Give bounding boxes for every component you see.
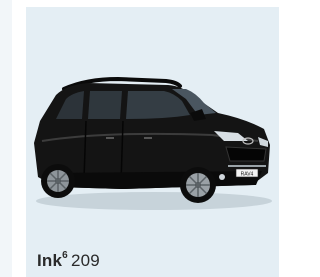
car-image: RAV4	[34, 76, 272, 210]
door-handle	[144, 137, 152, 139]
brand-name: Ink	[37, 251, 63, 270]
rear-door-window	[88, 91, 122, 119]
car-shadow	[36, 192, 272, 210]
plate-text: RAV4	[241, 172, 254, 178]
fog-light	[219, 174, 225, 180]
product-card[interactable]: RAV4 Ink6 209	[26, 7, 279, 277]
front-wheel	[180, 167, 216, 203]
product-caption: Ink6 209	[37, 250, 100, 271]
page: RAV4 Ink6 209	[0, 0, 279, 277]
rear-wheel	[41, 164, 75, 198]
previous-card-edge[interactable]	[0, 0, 12, 277]
brand-superscript: 6	[62, 250, 68, 262]
door-handle	[106, 137, 114, 139]
chrome-strip	[228, 165, 266, 167]
lower-cladding	[46, 171, 262, 189]
grille	[225, 146, 267, 162]
model-number: 209	[70, 251, 100, 270]
